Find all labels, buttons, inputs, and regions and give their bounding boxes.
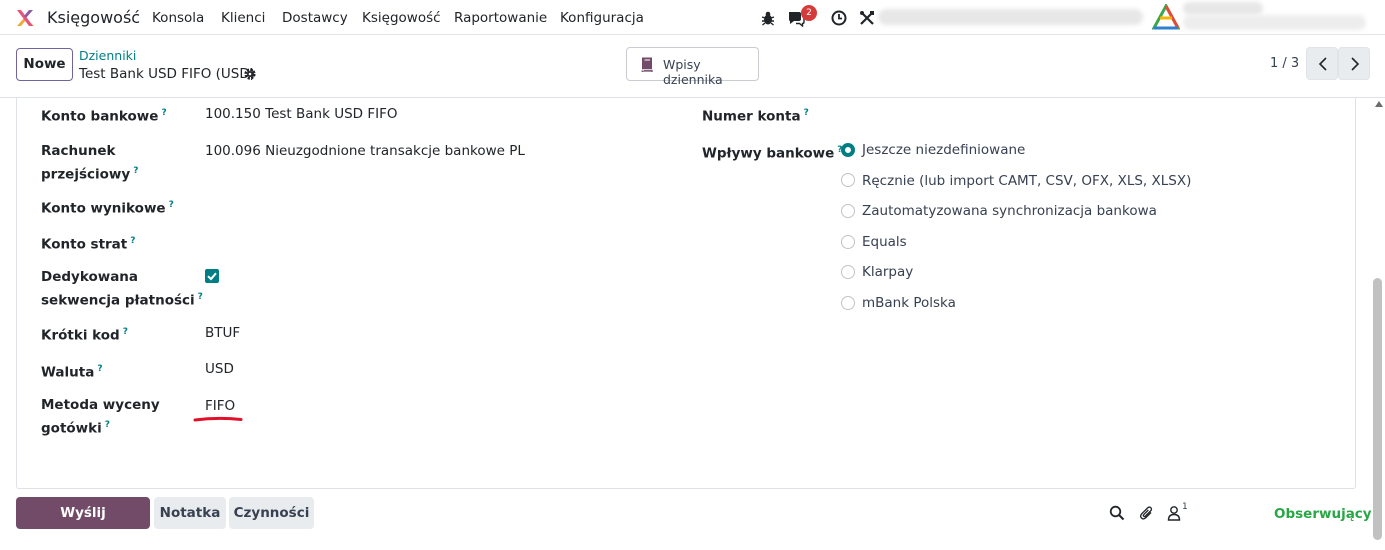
bank-feed-option-label[interactable]: Equals bbox=[862, 234, 907, 250]
bank-feed-radio-manual[interactable] bbox=[841, 173, 855, 187]
top-navbar: Księgowość Konsola Klienci Dostawcy Księ… bbox=[0, 0, 1385, 35]
log-note-button[interactable]: Notatka bbox=[154, 497, 226, 529]
dedicated-payment-sequence-checkbox[interactable] bbox=[205, 269, 219, 283]
help-tooltip-icon[interactable]: ? bbox=[105, 420, 110, 430]
blurred-user-name bbox=[1183, 2, 1263, 15]
record-title: Test Bank USD FIFO (USD) bbox=[79, 66, 256, 82]
control-panel: Nowe Dzienniki Test Bank USD FIFO (USD) … bbox=[0, 35, 1385, 98]
follow-button[interactable]: Obserwujący bbox=[1274, 506, 1372, 522]
currency-field[interactable]: USD bbox=[205, 361, 234, 377]
help-tooltip-icon[interactable]: ? bbox=[804, 108, 809, 118]
label-bank-account: Konto bankowe? bbox=[41, 108, 167, 125]
blurred-company-name bbox=[1183, 15, 1366, 30]
label-account-number: Numer konta? bbox=[702, 108, 809, 125]
label-dedicated-payment-sequence: Dedykowana sekwencja płatności? bbox=[41, 269, 203, 309]
scrollbar-thumb[interactable] bbox=[1373, 278, 1382, 540]
chevron-left-icon bbox=[1318, 57, 1327, 71]
bank-feed-option-label[interactable]: Zautomatyzowana synchronizacja bankowa bbox=[862, 203, 1157, 219]
clock-icon[interactable] bbox=[830, 9, 848, 27]
label-bank-feeds: Wpływy bankowe? bbox=[702, 145, 843, 162]
pager-value[interactable]: 1 / 3 bbox=[1270, 56, 1299, 71]
help-tooltip-icon[interactable]: ? bbox=[161, 108, 166, 118]
label-currency: Waluta? bbox=[41, 364, 103, 381]
bug-icon[interactable] bbox=[759, 9, 777, 27]
menu-item-raportowanie[interactable]: Raportowanie bbox=[454, 10, 547, 26]
book-icon bbox=[641, 57, 653, 72]
followers-count: 1 bbox=[1182, 502, 1188, 512]
menu-item-klienci[interactable]: Klienci bbox=[221, 10, 265, 26]
label-profit-account: Konto wynikowe? bbox=[41, 200, 174, 217]
bank-feed-radio-online-sync[interactable] bbox=[841, 204, 855, 218]
bank-feed-option-label[interactable]: Jeszcze niezdefiniowane bbox=[862, 142, 1025, 158]
bank-feed-option-label[interactable]: Klarpay bbox=[862, 264, 913, 280]
journal-entries-label: Wpisy dziennika bbox=[663, 57, 723, 87]
chevron-right-icon bbox=[1351, 57, 1360, 71]
message-count-badge: 2 bbox=[801, 5, 817, 21]
label-short-code: Krótki kod? bbox=[41, 327, 128, 344]
blurred-search-area bbox=[878, 9, 1143, 25]
red-highlight-underline bbox=[193, 416, 243, 422]
menu-item-konsola[interactable]: Konsola bbox=[152, 10, 204, 26]
accounting-app-icon[interactable] bbox=[15, 8, 35, 28]
checkmark-icon bbox=[207, 272, 217, 281]
scrollbar-up-arrow[interactable] bbox=[1375, 101, 1383, 107]
short-code-field[interactable]: BTUF bbox=[205, 325, 240, 341]
bank-feed-radio-mbank[interactable] bbox=[841, 296, 855, 310]
paperclip-icon[interactable] bbox=[1139, 505, 1155, 521]
send-message-button[interactable]: Wyślij wiadomość bbox=[16, 497, 150, 550]
help-tooltip-icon[interactable]: ? bbox=[169, 200, 174, 210]
menu-item-dostawcy[interactable]: Dostawcy bbox=[282, 10, 348, 26]
company-logo-icon[interactable] bbox=[1152, 4, 1180, 32]
journal-entries-button[interactable]: Wpisy dziennika bbox=[626, 47, 759, 87]
pager-next-button[interactable] bbox=[1338, 47, 1370, 80]
label-cash-valuation-method: Metoda wyceny gotówki? bbox=[41, 397, 160, 437]
bank-feed-radio-klarpay[interactable] bbox=[841, 265, 855, 279]
bank-account-field[interactable]: 100.150 Test Bank USD FIFO bbox=[205, 106, 397, 122]
breadcrumb-journals-link[interactable]: Dzienniki bbox=[79, 48, 136, 63]
bank-feed-radio-undefined[interactable] bbox=[841, 143, 855, 157]
help-tooltip-icon[interactable]: ? bbox=[123, 327, 128, 337]
label-suspense-account: Rachunek przejściowy? bbox=[41, 143, 139, 183]
gear-icon[interactable] bbox=[243, 67, 257, 81]
bank-feed-option-label[interactable]: mBank Polska bbox=[862, 295, 956, 311]
suspense-account-field[interactable]: 100.096 Nieuzgodnione transakcje bankowe… bbox=[205, 143, 525, 159]
menu-item-ksiegowosc[interactable]: Księgowość bbox=[362, 10, 441, 26]
cash-valuation-method-field[interactable]: FIFO bbox=[205, 398, 235, 414]
followers-user-icon[interactable] bbox=[1166, 505, 1182, 521]
help-tooltip-icon[interactable]: ? bbox=[198, 292, 203, 302]
help-tooltip-icon[interactable]: ? bbox=[97, 364, 102, 374]
search-icon[interactable] bbox=[1109, 505, 1125, 521]
bank-feed-option-label[interactable]: Ręcznie (lub import CAMT, CSV, OFX, XLS,… bbox=[862, 173, 1191, 189]
app-name[interactable]: Księgowość bbox=[47, 8, 140, 27]
help-tooltip-icon[interactable]: ? bbox=[130, 236, 135, 246]
tools-icon[interactable] bbox=[858, 9, 876, 27]
pager-previous-button[interactable] bbox=[1306, 47, 1338, 80]
bank-feed-radio-equals[interactable] bbox=[841, 235, 855, 249]
label-loss-account: Konto strat? bbox=[41, 236, 136, 253]
activities-button[interactable]: Czynności bbox=[229, 497, 314, 529]
new-record-button[interactable]: Nowe bbox=[16, 48, 73, 81]
help-tooltip-icon[interactable]: ? bbox=[133, 166, 138, 176]
menu-item-konfiguracja[interactable]: Konfiguracja bbox=[560, 10, 644, 26]
